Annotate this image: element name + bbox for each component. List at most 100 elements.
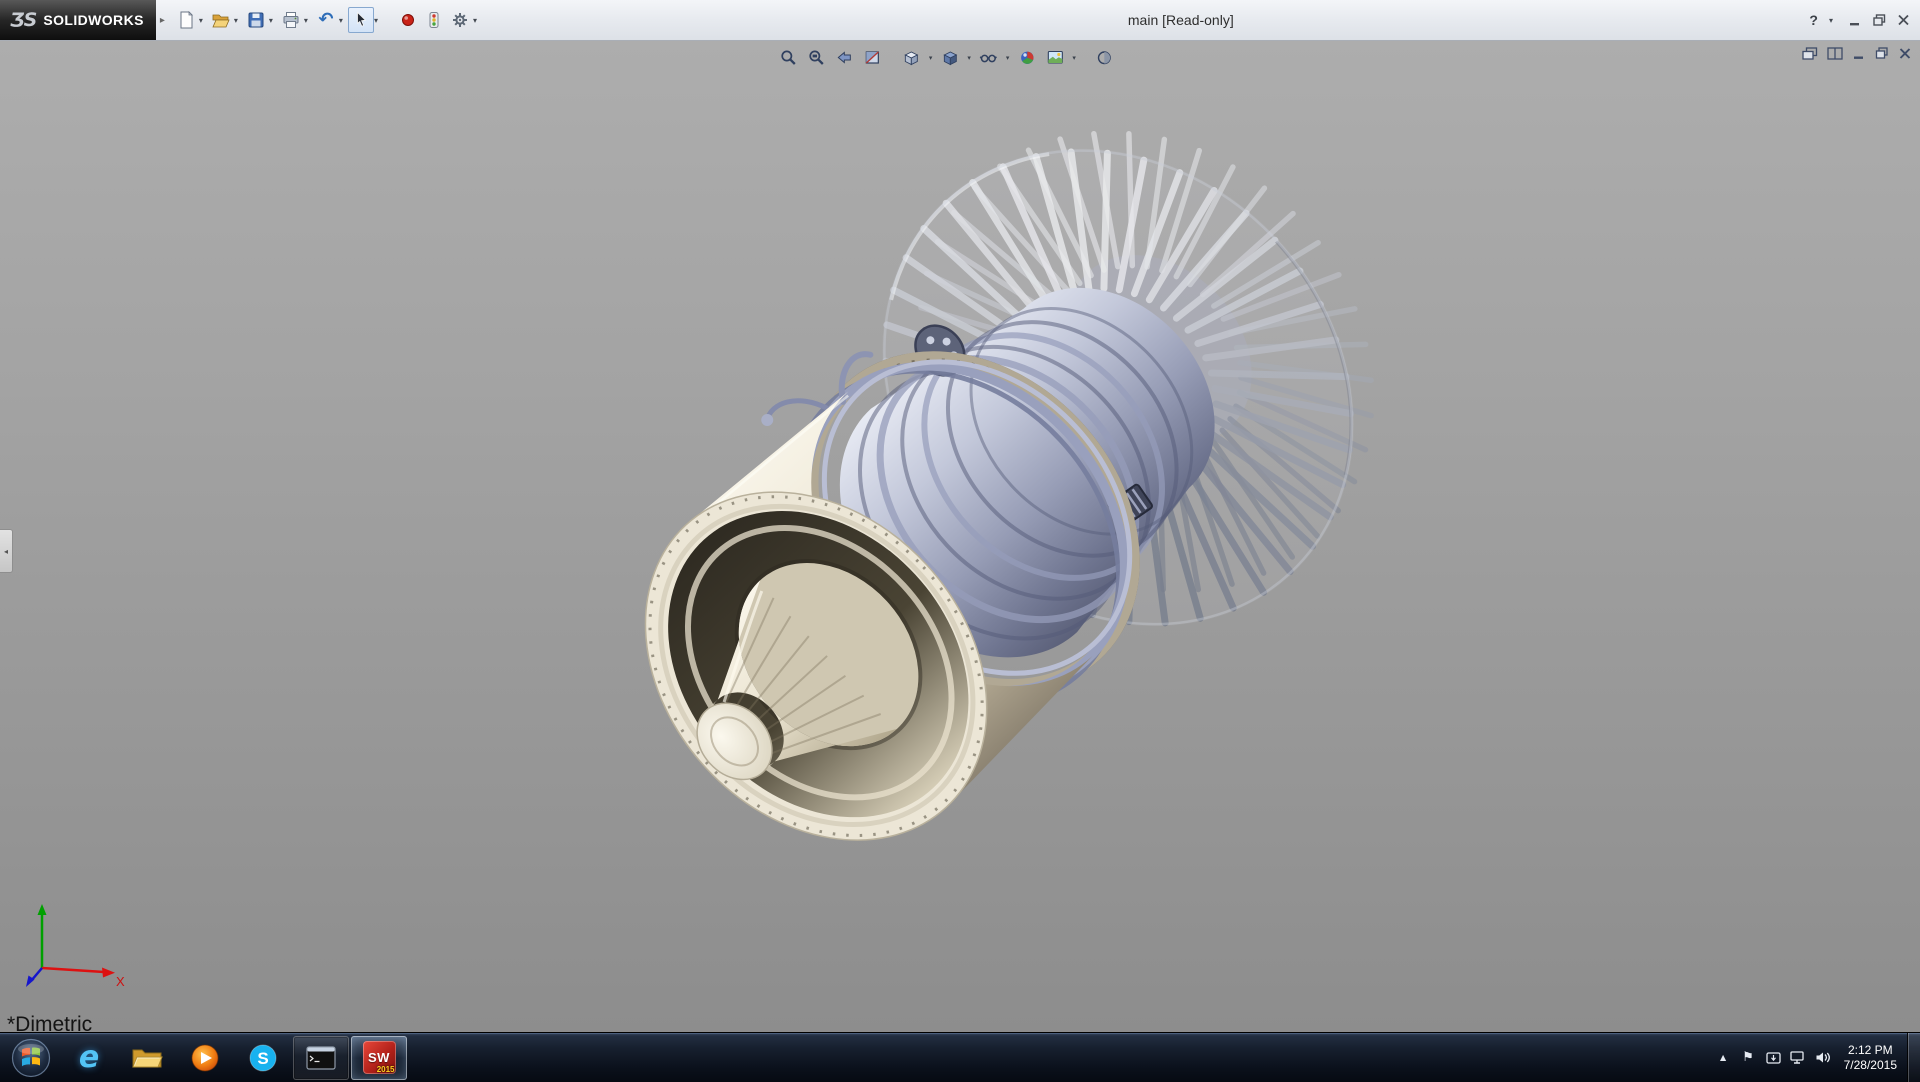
select-tool-button[interactable] — [348, 7, 374, 33]
doc-minimize-icon — [1852, 47, 1866, 60]
solidworks-badge-text: SW — [368, 1050, 390, 1065]
apply-scene-dropdown-icon[interactable]: ▾ — [1072, 54, 1076, 62]
section-view-icon — [863, 48, 882, 67]
dassault-3ds-logo-icon: ƷS — [10, 9, 36, 31]
doc-minimize-button[interactable] — [1852, 47, 1866, 60]
document-window-controls — [1802, 47, 1912, 60]
doc-close-icon — [1898, 47, 1912, 60]
graphics-area[interactable]: ▾ ▾ ▾ ▾ ◂ X — [0, 41, 1920, 1032]
open-document-button[interactable] — [208, 7, 234, 33]
undo-dropdown-icon[interactable]: ▾ — [339, 16, 343, 25]
network-monitor-icon — [1790, 1051, 1806, 1064]
speaker-icon — [1815, 1051, 1831, 1064]
taskbar-internet-explorer[interactable]: e — [61, 1036, 117, 1080]
doc-restore-button[interactable] — [1875, 47, 1889, 60]
cascade-icon — [1802, 47, 1818, 60]
apply-scene-icon — [1045, 48, 1064, 67]
taskbar-clock[interactable]: 2:12 PM 7/28/2015 — [1836, 1033, 1907, 1082]
options-gear-icon — [450, 10, 470, 30]
help-button[interactable]: ? — [1809, 12, 1818, 28]
solidworks-logo: ƷS SOLIDWORKS — [0, 0, 156, 40]
network-icon[interactable] — [1786, 1038, 1811, 1078]
hide-show-glasses-icon — [979, 48, 998, 67]
taskbar-skype[interactable]: S — [235, 1036, 291, 1080]
edit-appearance-button[interactable] — [1014, 46, 1039, 69]
start-button[interactable] — [3, 1036, 59, 1080]
zoom-to-fit-icon — [779, 48, 798, 67]
panel-collapse-tab[interactable]: ◂ — [0, 529, 13, 573]
jet-engine-3d-model[interactable] — [0, 41, 1920, 1032]
previous-view-button[interactable] — [832, 46, 857, 69]
update-box-icon — [1766, 1052, 1781, 1064]
open-folder-icon — [211, 10, 231, 30]
cascade-windows-button[interactable] — [1802, 47, 1818, 60]
appearance-ball-icon — [1017, 48, 1036, 67]
menu-expander-icon[interactable]: ▸ — [160, 15, 165, 26]
red-bead-icon — [398, 10, 418, 30]
print-dropdown-icon[interactable]: ▾ — [304, 16, 308, 25]
action-center-flag-icon[interactable]: ⚑ — [1736, 1038, 1761, 1078]
show-hidden-icons-button[interactable]: ▲ — [1711, 1038, 1736, 1078]
folder-icon — [131, 1045, 163, 1070]
save-dropdown-icon[interactable]: ▾ — [269, 16, 273, 25]
minimize-button[interactable] — [1849, 14, 1862, 26]
triad-y-axis — [38, 904, 47, 915]
taskbar-media-player[interactable] — [177, 1036, 233, 1080]
solidworks-logo-text: SOLIDWORKS — [43, 12, 143, 28]
zoom-to-area-icon — [807, 48, 826, 67]
screen: ƷS SOLIDWORKS ▸ ▾ ▾ ▾ ▾ ↶ ▾ ▾ ▾ main [Re… — [0, 0, 1920, 1082]
view-orientation-button[interactable] — [899, 46, 924, 69]
view-settings-icon — [1095, 48, 1114, 67]
display-style-dropdown-icon[interactable]: ▾ — [967, 54, 971, 62]
volume-icon[interactable] — [1811, 1038, 1836, 1078]
open-dropdown-icon[interactable]: ▾ — [234, 16, 238, 25]
view-settings-button[interactable] — [1092, 46, 1117, 69]
windows-start-orb-icon — [11, 1038, 51, 1078]
command-prompt-icon — [306, 1046, 336, 1070]
document-title: main [Read-only] — [1128, 12, 1234, 28]
taskbar-solidworks[interactable]: SW 2015 — [351, 1036, 407, 1080]
zoom-to-area-button[interactable] — [804, 46, 829, 69]
close-button[interactable] — [1897, 14, 1910, 26]
taskbar-windows-explorer[interactable] — [119, 1036, 175, 1080]
app-titlebar: ƷS SOLIDWORKS ▸ ▾ ▾ ▾ ▾ ↶ ▾ ▾ ▾ main [Re… — [0, 0, 1920, 41]
options-dropdown-icon[interactable]: ▾ — [473, 16, 477, 25]
split-view-icon — [1827, 47, 1843, 60]
save-floppy-icon — [246, 10, 266, 30]
view-orientation-label: *Dimetric — [7, 1013, 92, 1032]
view-orientation-dropdown-icon[interactable]: ▾ — [929, 54, 933, 62]
rebuild-button[interactable] — [421, 7, 447, 33]
new-document-button[interactable] — [173, 7, 199, 33]
select-cursor-icon — [351, 10, 371, 30]
doc-restore-icon — [1875, 47, 1889, 60]
windows-update-icon[interactable] — [1761, 1038, 1786, 1078]
save-button[interactable] — [243, 7, 269, 33]
print-button[interactable] — [278, 7, 304, 33]
doc-close-button[interactable] — [1898, 47, 1912, 60]
clock-date: 7/28/2015 — [1844, 1058, 1897, 1073]
media-player-icon — [190, 1043, 220, 1073]
help-dropdown-icon[interactable]: ▾ — [1829, 16, 1833, 25]
rebuild-traffic-light-icon — [424, 10, 444, 30]
hide-show-items-button[interactable] — [976, 46, 1001, 69]
triad-x-label: X — [116, 974, 125, 989]
undo-button[interactable]: ↶ — [313, 7, 339, 33]
apply-scene-button[interactable] — [1042, 46, 1067, 69]
split-view-button[interactable] — [1827, 47, 1843, 60]
addin-button[interactable] — [395, 7, 421, 33]
previous-view-icon — [835, 48, 854, 67]
display-style-button[interactable] — [937, 46, 962, 69]
options-button[interactable] — [447, 7, 473, 33]
select-dropdown-icon[interactable]: ▾ — [374, 16, 378, 25]
section-view-button[interactable] — [860, 46, 885, 69]
hide-show-dropdown-icon[interactable]: ▾ — [1006, 54, 1010, 62]
zoom-to-fit-button[interactable] — [776, 46, 801, 69]
show-desktop-button[interactable] — [1907, 1033, 1920, 1082]
restore-button[interactable] — [1873, 14, 1886, 26]
internet-explorer-icon: e — [79, 1043, 99, 1073]
svg-text:S: S — [257, 1049, 268, 1068]
triad-x-axis — [102, 968, 115, 978]
taskbar-command-prompt[interactable] — [293, 1036, 349, 1080]
solidworks-app-icon: SW 2015 — [363, 1041, 396, 1074]
new-document-dropdown-icon[interactable]: ▾ — [199, 16, 203, 25]
